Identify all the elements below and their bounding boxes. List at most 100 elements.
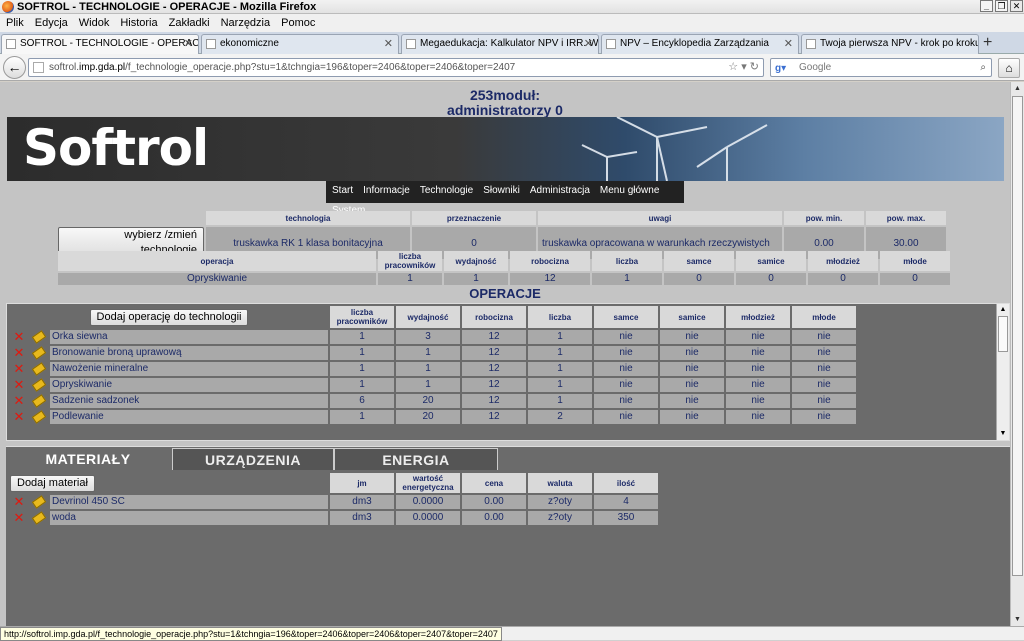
cell-value: 1 bbox=[444, 273, 508, 285]
cell-value: nie bbox=[660, 362, 724, 376]
restore-button[interactable]: ❐ bbox=[995, 0, 1008, 12]
bookmark-star-icon[interactable]: ☆ ▾ ↻ bbox=[728, 59, 759, 76]
nav-informacje[interactable]: Informacje bbox=[357, 181, 414, 201]
page-scrollbar[interactable]: ▲ ▼ bbox=[1010, 82, 1024, 626]
add-material-button[interactable]: Dodaj materiał bbox=[10, 474, 95, 492]
cell-value: 12 bbox=[462, 410, 526, 424]
delete-icon[interactable]: ✕ bbox=[10, 330, 28, 344]
delete-icon[interactable]: ✕ bbox=[10, 378, 28, 392]
close-tab-icon[interactable]: ✕ bbox=[784, 35, 793, 53]
nav-menu-glowne[interactable]: Menu główne bbox=[594, 181, 663, 201]
close-tab-icon[interactable]: ✕ bbox=[384, 35, 393, 53]
cell-value: 0 bbox=[808, 273, 878, 285]
tab-megaedukacja[interactable]: Megaedukacja: Kalkulator NPV i IRR. Wy..… bbox=[401, 34, 599, 54]
material-name[interactable]: woda bbox=[50, 511, 328, 525]
table-row: ✕ Orka siewna 1 3 12 1 nie nie nie nie bbox=[10, 330, 856, 344]
menu-edit[interactable]: Edycja bbox=[29, 14, 73, 30]
scroll-up-icon[interactable]: ▲ bbox=[998, 305, 1008, 315]
menu-view[interactable]: Widok bbox=[73, 14, 115, 30]
delete-icon[interactable]: ✕ bbox=[10, 410, 28, 424]
header-waluta: waluta bbox=[528, 473, 592, 493]
nav-start[interactable]: Start bbox=[326, 181, 357, 201]
edit-icon[interactable] bbox=[30, 362, 48, 376]
edit-icon[interactable] bbox=[30, 378, 48, 392]
close-tab-icon[interactable]: ✕ bbox=[184, 35, 193, 53]
scroll-thumb[interactable] bbox=[998, 316, 1008, 352]
edit-icon[interactable] bbox=[30, 410, 48, 424]
tab-softrol[interactable]: SOFTROL - TECHNOLOGIE - OPERACJE ✕ bbox=[1, 34, 199, 55]
operations-scrollbar[interactable]: ▲ ▼ bbox=[996, 304, 1009, 440]
cell-value: 20 bbox=[396, 410, 460, 424]
site-identity-icon[interactable] bbox=[33, 62, 44, 73]
menu-bookmarks[interactable]: Zakładki bbox=[163, 14, 215, 30]
nav-administracja[interactable]: Administracja bbox=[524, 181, 594, 201]
cell-value: 1 bbox=[528, 346, 592, 360]
new-tab-button[interactable]: + bbox=[983, 35, 992, 51]
edit-icon[interactable] bbox=[30, 346, 48, 360]
edit-icon[interactable] bbox=[30, 495, 48, 509]
cell-value: z?oty bbox=[528, 511, 592, 525]
operation-name[interactable]: Sadzenie sadzonek bbox=[50, 394, 328, 408]
delete-icon[interactable]: ✕ bbox=[10, 362, 28, 376]
nav-slowniki[interactable]: Słowniki bbox=[477, 181, 524, 201]
back-button[interactable]: ← bbox=[3, 56, 26, 79]
cell-value: nie bbox=[594, 410, 658, 424]
table-row: ✕ Sadzenie sadzonek 6 20 12 1 nie nie nie nie bbox=[10, 394, 856, 408]
header-technologia: technologia bbox=[206, 211, 410, 225]
scroll-up-icon[interactable]: ▲ bbox=[1012, 83, 1023, 94]
tab-npv-krok[interactable]: Twoja pierwsza NPV - krok po kroku bbox=[801, 34, 979, 54]
home-button[interactable]: ⌂ bbox=[998, 58, 1020, 78]
tab-label: NPV – Encyklopedia Zarządzania bbox=[620, 38, 769, 49]
tab-materialy[interactable]: MATERIAŁY bbox=[6, 448, 170, 470]
tab-ekonomiczne[interactable]: ekonomiczne ✕ bbox=[201, 34, 399, 54]
operation-name[interactable]: Opryskiwanie bbox=[50, 378, 328, 392]
close-tab-icon[interactable]: ✕ bbox=[584, 35, 593, 53]
menu-file[interactable]: Plik bbox=[0, 14, 29, 30]
header-liczba: liczba bbox=[528, 306, 592, 328]
nav-technologie[interactable]: Technologie bbox=[414, 181, 477, 201]
search-bar[interactable]: g▾ Google ⌕ bbox=[770, 58, 992, 77]
edit-icon[interactable] bbox=[30, 394, 48, 408]
cell-value: nie bbox=[660, 378, 724, 392]
menu-history[interactable]: Historia bbox=[114, 14, 162, 30]
cell-value: 1 bbox=[528, 394, 592, 408]
delete-icon[interactable]: ✕ bbox=[10, 394, 28, 408]
cell-value: 1 bbox=[528, 330, 592, 344]
cell-value: 12 bbox=[462, 378, 526, 392]
cell-value: nie bbox=[660, 394, 724, 408]
edit-icon[interactable] bbox=[30, 330, 48, 344]
menu-help[interactable]: Pomoc bbox=[275, 14, 320, 30]
header-robocizna: robocizna bbox=[462, 306, 526, 328]
url-bar[interactable]: softrol.imp.gda.pl/f_technologie_operacj… bbox=[28, 58, 764, 77]
operation-name[interactable]: Nawożenie mineralne bbox=[50, 362, 328, 376]
material-name[interactable]: Devrinol 450 SC bbox=[50, 495, 328, 509]
delete-icon[interactable]: ✕ bbox=[10, 495, 28, 509]
add-cell: Dodaj materiał bbox=[10, 473, 328, 493]
google-icon: g▾ bbox=[775, 63, 787, 74]
scroll-down-icon[interactable]: ▼ bbox=[1012, 614, 1023, 625]
header-liczba: liczba bbox=[592, 251, 662, 271]
delete-icon[interactable]: ✕ bbox=[10, 346, 28, 360]
scroll-thumb[interactable] bbox=[1012, 96, 1023, 576]
main-nav: Start Informacje Technologie Słowniki Ad… bbox=[326, 181, 684, 216]
scroll-down-icon[interactable]: ▼ bbox=[998, 429, 1008, 439]
tab-energia[interactable]: ENERGIA bbox=[334, 448, 498, 470]
operation-name[interactable]: Bronowanie broną uprawową bbox=[50, 346, 328, 360]
delete-icon[interactable]: ✕ bbox=[10, 511, 28, 525]
materials-table: Dodaj materiał jm wartość energetyczna c… bbox=[8, 471, 660, 527]
tab-urzadzenia[interactable]: URZĄDZENIA bbox=[172, 448, 334, 470]
operation-name[interactable]: Podlewanie bbox=[50, 410, 328, 424]
table-row: ✕ Podlewanie 1 20 12 2 nie nie nie nie bbox=[10, 410, 856, 424]
add-operation-button[interactable]: Dodaj operację do technologii bbox=[89, 308, 249, 326]
menu-tools[interactable]: Narzędzia bbox=[215, 14, 276, 30]
minimize-button[interactable]: _ bbox=[980, 0, 993, 12]
close-window-button[interactable]: ✕ bbox=[1010, 0, 1023, 12]
tab-label: ekonomiczne bbox=[220, 38, 279, 49]
operation-name[interactable]: Orka siewna bbox=[50, 330, 328, 344]
edit-icon[interactable] bbox=[30, 511, 48, 525]
cell-value: 1 bbox=[396, 378, 460, 392]
cell-value: nie bbox=[594, 362, 658, 376]
tab-npv-encyklopedia[interactable]: NPV – Encyklopedia Zarządzania ✕ bbox=[601, 34, 799, 54]
search-icon[interactable]: ⌕ bbox=[980, 59, 986, 76]
cell-value: 12 bbox=[462, 362, 526, 376]
